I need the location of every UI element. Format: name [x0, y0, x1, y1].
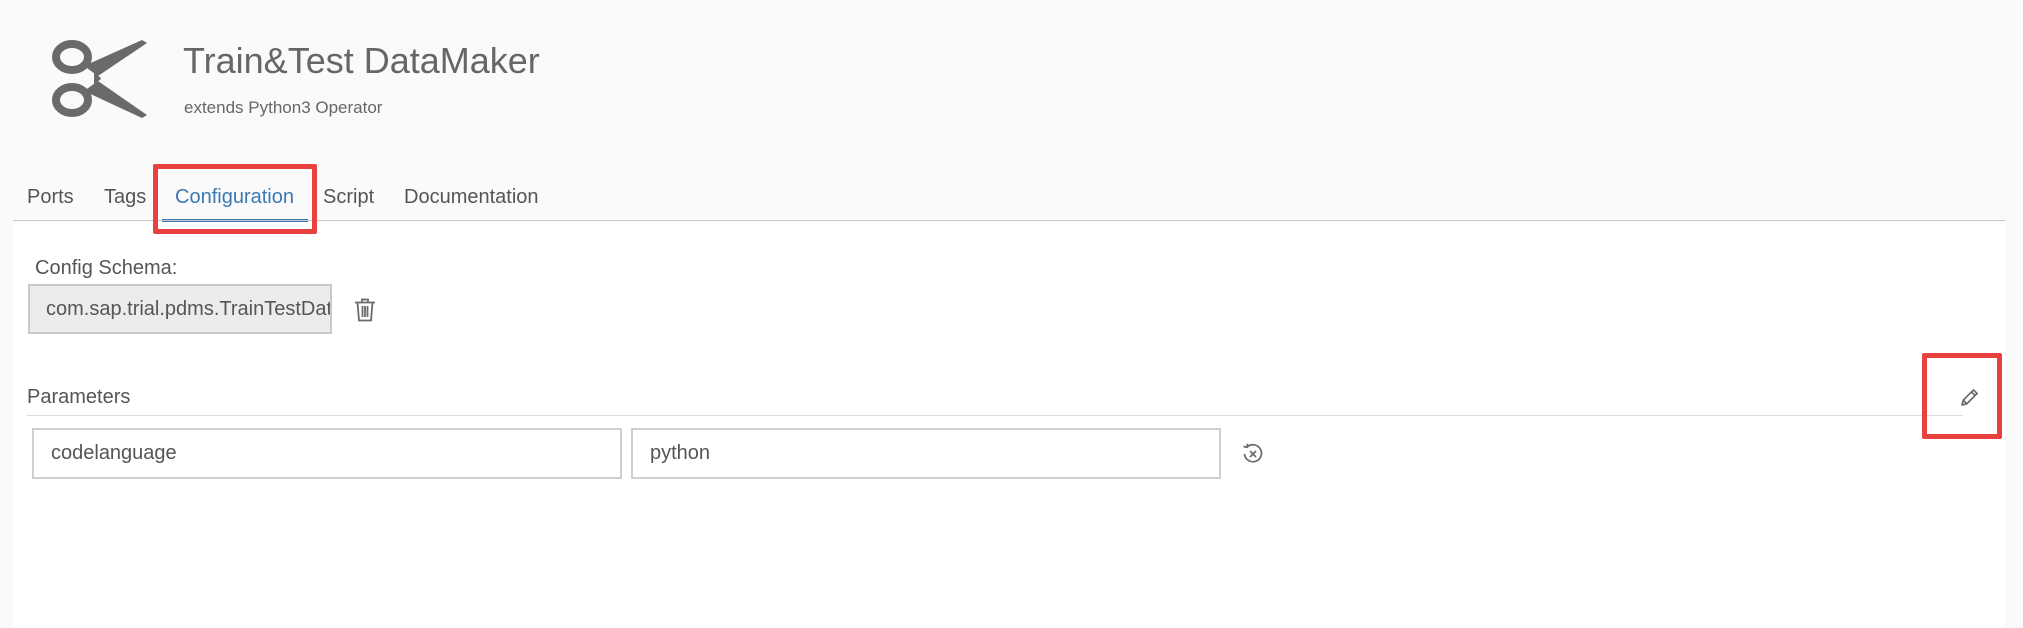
parameter-name-input[interactable] [32, 428, 622, 479]
parameter-value-input[interactable] [631, 428, 1221, 479]
tab-ports[interactable]: Ports [27, 184, 74, 222]
trash-icon[interactable] [354, 298, 376, 322]
config-schema-label: Config Schema: [35, 257, 178, 279]
tab-configuration[interactable]: Configuration [175, 184, 294, 222]
reset-icon[interactable] [1242, 443, 1264, 465]
tab-bar: Ports Tags Configuration Script Document… [0, 184, 2010, 222]
configuration-panel [13, 222, 2005, 628]
tab-script[interactable]: Script [323, 184, 374, 222]
tab-documentation[interactable]: Documentation [404, 184, 539, 222]
pencil-icon[interactable] [1958, 387, 1980, 409]
operator-title: Train&Test DataMaker [183, 40, 540, 81]
tab-bar-divider [13, 220, 2005, 221]
operator-editor: Train&Test DataMaker extends Python3 Ope… [0, 0, 2023, 628]
scissors-icon [52, 40, 147, 118]
parameters-divider [27, 415, 1963, 416]
operator-subtitle: extends Python3 Operator [184, 98, 383, 117]
tab-tags[interactable]: Tags [104, 184, 146, 222]
parameters-label: Parameters [27, 386, 131, 408]
config-schema-field[interactable]: com.sap.trial.pdms.TrainTestDataMaker [28, 284, 332, 334]
